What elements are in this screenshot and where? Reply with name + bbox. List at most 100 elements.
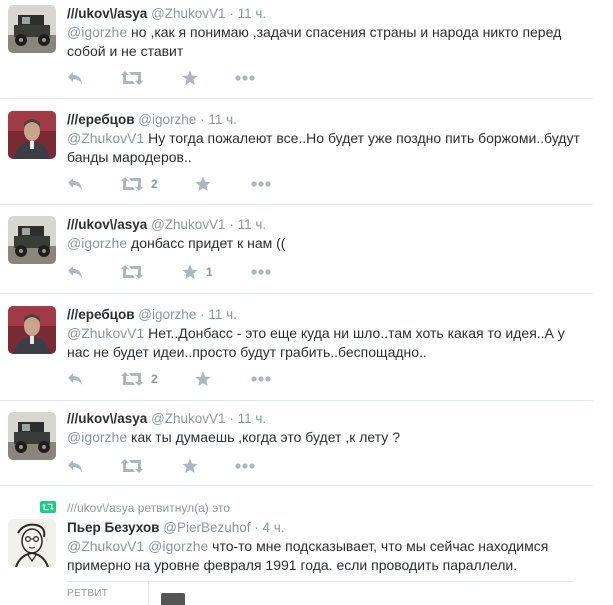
retweet-button[interactable]: [121, 68, 151, 88]
favorite-button[interactable]: [182, 456, 206, 476]
retweet-button[interactable]: 2: [121, 369, 158, 389]
retweet-icon: [121, 265, 143, 279]
retweet-button[interactable]: [121, 456, 151, 476]
retweet-context-icon: [40, 501, 56, 513]
mention-link[interactable]: @igorzhe: [67, 235, 127, 251]
mention-link[interactable]: @ZhukovV1: [67, 130, 144, 146]
retweet-context[interactable]: ///ukov\/asya ретвитнул(а) это: [67, 501, 230, 515]
tweet-body: как ты думаешь ,когда это будет ,к лету …: [127, 429, 400, 445]
retweets-stat-label[interactable]: РЕТВИТ: [67, 588, 108, 599]
tweet-text: @igorzhe донбасс придет к нам ((: [67, 234, 587, 253]
tweet-header: ///ukov\/asya @ZhukovV1 · 11 ч.: [67, 5, 266, 23]
avatar[interactable]: [8, 216, 56, 264]
fullname[interactable]: ///ukov\/asya: [67, 411, 147, 426]
avatar[interactable]: [8, 519, 56, 567]
man-avatar-image: [8, 111, 56, 159]
tweet-text: @ZhukovV1 @igorzhe что-то мне подсказыва…: [67, 537, 587, 575]
car-avatar-image: [8, 412, 56, 460]
man-avatar-image: [8, 306, 56, 354]
timestamp[interactable]: 11 ч.: [208, 307, 237, 322]
star-icon: [182, 458, 198, 473]
separator-dot: ·: [229, 217, 234, 232]
mention-link[interactable]: @igorzhe: [67, 24, 127, 40]
reply-button[interactable]: [67, 369, 83, 389]
retweet-count: 2: [151, 177, 158, 191]
fullname[interactable]: ///ukov\/asya: [67, 6, 147, 21]
tweet[interactable]: ///ukov\/asya @ZhukovV1 · 11 ч. @igorzhe…: [0, 0, 593, 99]
mention-link[interactable]: @ZhukovV1: [67, 325, 144, 341]
username[interactable]: @ZhukovV1: [151, 6, 226, 21]
more-button[interactable]: [235, 68, 255, 88]
more-icon: [235, 463, 255, 469]
more-button[interactable]: [251, 174, 271, 194]
more-icon: [251, 181, 271, 187]
tweet-text: @ZhukovV1 Ну тогда пожалеют все..Но буде…: [67, 129, 587, 167]
tweet-feed: ///ukov\/asya @ZhukovV1 · 11 ч. @igorzhe…: [0, 0, 613, 605]
car-avatar-image: [8, 216, 56, 264]
tweet-body: донбасс придет к нам ((: [127, 235, 286, 251]
stats-divider: [148, 582, 149, 605]
avatar[interactable]: [8, 412, 56, 460]
more-button[interactable]: [251, 262, 271, 282]
reply-button[interactable]: [67, 68, 83, 88]
star-icon: [195, 371, 211, 386]
mention-link[interactable]: @igorzhe: [67, 429, 127, 445]
tweet[interactable]: ///ukov\/asya @ZhukovV1 · 11 ч. @igorzhe…: [0, 206, 593, 294]
reply-button[interactable]: [67, 262, 83, 282]
fullname[interactable]: ///ukov\/asya: [67, 217, 147, 232]
star-icon: [182, 264, 198, 279]
tweet-body: Ну тогда пожалеют все..Но будет уже позд…: [67, 130, 580, 165]
reply-button[interactable]: [67, 456, 83, 476]
username[interactable]: @ZhukovV1: [151, 411, 226, 426]
avatar[interactable]: [8, 111, 56, 159]
tweet[interactable]: ///еребцов @igorzhe · 11 ч. @ZhukovV1 Ну…: [0, 100, 593, 205]
retweet-count: 2: [151, 372, 158, 386]
retweet-icon: [121, 459, 143, 473]
separator-dot: ·: [229, 6, 234, 21]
reply-icon: [68, 178, 82, 190]
favorite-button[interactable]: [195, 174, 219, 194]
more-button[interactable]: [235, 456, 255, 476]
retweet-icon: [121, 71, 143, 85]
avatar[interactable]: [8, 306, 56, 354]
favorite-count: 1: [206, 265, 213, 279]
tweet-header: ///ukov\/asya @ZhukovV1 · 11 ч.: [67, 410, 266, 428]
more-button[interactable]: [251, 369, 271, 389]
username[interactable]: @PierBezuhof: [163, 520, 250, 535]
tweet-text: @igorzhe но ,как я понимаю ,задачи спасе…: [67, 23, 587, 61]
fullname[interactable]: ///еребцов: [67, 307, 135, 322]
tweet-text: @ZhukovV1 Нет..Донбасс - это еще куда ни…: [67, 324, 587, 362]
mention-link[interactable]: @ZhukovV1 @igorzhe: [67, 538, 208, 554]
retweet-button[interactable]: 2: [121, 174, 158, 194]
timestamp[interactable]: 11 ч.: [208, 112, 237, 127]
retweeter-avatar[interactable]: [161, 593, 185, 605]
tweet[interactable]: ///ukov\/asya @ZhukovV1 · 11 ч. @igorzhe…: [0, 402, 593, 486]
retweet-button[interactable]: [121, 262, 151, 282]
more-icon: [251, 269, 271, 275]
timestamp[interactable]: 4 ч.: [263, 520, 285, 535]
username[interactable]: @ZhukovV1: [151, 217, 226, 232]
timestamp[interactable]: 11 ч.: [238, 217, 267, 232]
fullname[interactable]: ///еребцов: [67, 112, 135, 127]
reply-icon: [68, 460, 82, 472]
fullname[interactable]: Пьер Безухов: [67, 520, 159, 535]
retweeted-tweet[interactable]: ///ukov\/asya ретвитнул(а) это Пьер Безу…: [0, 487, 593, 605]
favorite-button[interactable]: [182, 68, 206, 88]
tweet-header: ///ukov\/asya @ZhukovV1 · 11 ч.: [67, 216, 266, 234]
reply-icon: [68, 72, 82, 84]
timestamp[interactable]: 11 ч.: [238, 6, 267, 21]
more-icon: [251, 376, 271, 382]
retweet-icon: [121, 372, 143, 386]
separator-dot: ·: [200, 112, 205, 127]
tweet-body: но ,как я понимаю ,задачи спасения стран…: [67, 24, 562, 59]
timestamp[interactable]: 11 ч.: [238, 411, 267, 426]
tweet[interactable]: ///еребцов @igorzhe · 11 ч. @ZhukovV1 Не…: [0, 295, 593, 401]
favorite-button[interactable]: 1: [182, 262, 213, 282]
reply-button[interactable]: [67, 174, 83, 194]
username[interactable]: @igorzhe: [138, 112, 196, 127]
username[interactable]: @igorzhe: [138, 307, 196, 322]
divider: [67, 581, 573, 582]
avatar[interactable]: [8, 5, 56, 53]
favorite-button[interactable]: [195, 369, 219, 389]
separator-dot: ·: [229, 411, 234, 426]
